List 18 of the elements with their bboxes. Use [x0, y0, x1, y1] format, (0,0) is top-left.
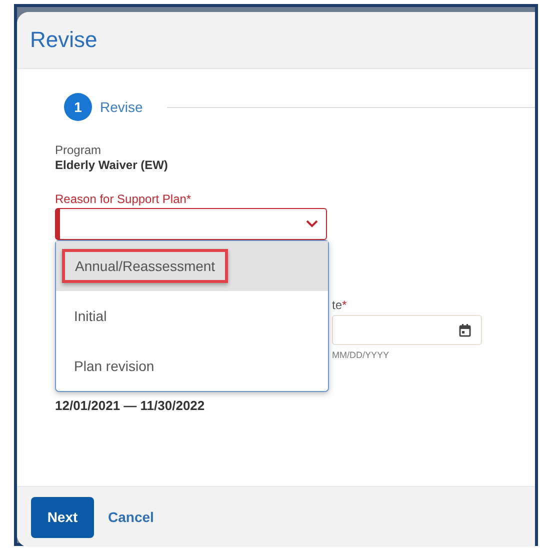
step-number: 1 [64, 93, 92, 121]
dropdown-option[interactable]: Annual/Reassessment [56, 241, 328, 291]
date-range: 12/01/2021 — 11/30/2022 [55, 398, 206, 413]
chevron-icon [306, 220, 318, 228]
dialog-title: Revise [30, 27, 98, 53]
date-field[interactable] [332, 315, 482, 345]
field-label: te* [332, 298, 348, 312]
cancel-link[interactable]: Cancel [108, 505, 154, 529]
field-label: Reason for Support Plan* [55, 192, 192, 206]
field-value: Elderly Waiver (EW) [55, 158, 169, 172]
next-button[interactable]: Next [31, 496, 94, 538]
step-label: Revise [100, 99, 143, 115]
dropdown-option[interactable]: Plan revision [56, 341, 328, 391]
calendar-icon[interactable] [459, 324, 471, 336]
dropdown-option[interactable]: Initial [56, 291, 328, 341]
highlighted-option-text: Annual/Reassessment [62, 249, 228, 283]
field-label: Program [55, 143, 102, 157]
field-hint: MM/DD/YYYY [332, 350, 390, 360]
